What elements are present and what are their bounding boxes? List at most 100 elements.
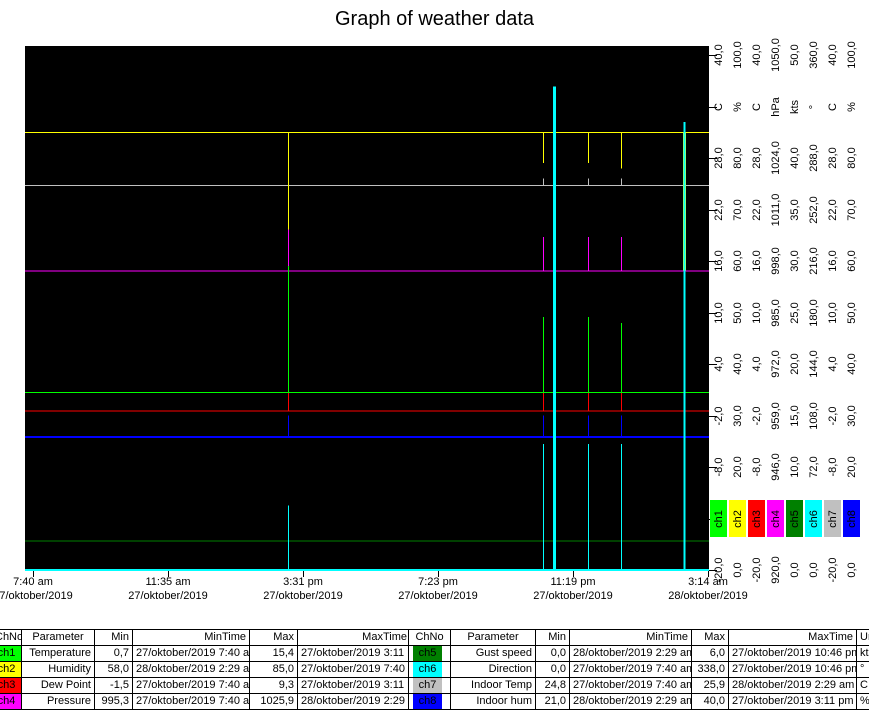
time-axis-label: 7:40 am 27/oktober/2019 [0, 575, 103, 603]
ch7-unit: C [856, 677, 869, 694]
ch1-max-time: 27/oktober/2019 3:11 pm [297, 645, 411, 662]
time-axis-label: 11:19 pm 27/oktober/2019 [503, 575, 643, 603]
stats-row-ch7: ch7 Indoor Temp 24,8 27/oktober/2019 7:40 a… [408, 677, 869, 694]
date-label: 27/oktober/2019 [128, 590, 208, 602]
ch2-min-time: 28/oktober/2019 2:29 am [132, 661, 250, 678]
axis-unit-label-ch6: ° [807, 104, 820, 109]
ch5-parameter: Gust speed [450, 645, 536, 662]
stats-row-ch3: ch3Dew Point-1,527/oktober/2019 7:40 am9… [0, 677, 441, 694]
stats-header-mintime: MinTime [132, 629, 250, 646]
stats-row-ch1: ch1Temperature0,727/oktober/2019 7:40 am… [0, 645, 441, 662]
right-axis-tick [709, 570, 717, 571]
stats-table-right: ChNoParameterMinMinTimeMaxMaxTimeUnitch5… [408, 629, 869, 710]
time-axis-label: 7:23 pm 27/oktober/2019 [368, 575, 508, 603]
plot-background [25, 46, 709, 571]
date-label: 27/oktober/2019 [398, 590, 478, 602]
axis-unit-label-ch3: C [750, 102, 763, 111]
time-axis-label: 3:31 pm 27/oktober/2019 [233, 575, 373, 603]
right-axis-tick [709, 416, 717, 417]
channel-chip-ch6: ch6 [408, 661, 451, 678]
stats-header-max: Max [691, 629, 729, 646]
stats-row-ch5: ch5 Gust speed 0,0 28/oktober/2019 2:29 am 6… [408, 645, 869, 662]
time-label: 7:40 am [13, 576, 53, 588]
ch4-min: 995,3 [94, 693, 133, 710]
ch4-max-time: 28/oktober/2019 2:29 am [297, 693, 411, 710]
stats-table-left: ChNoParameterMinMinTimeMaxMaxTimeUnitch1… [0, 629, 441, 710]
stats-header-mintime: MinTime [569, 629, 692, 646]
ch6-min-time: 27/oktober/2019 7:40 am [569, 661, 692, 678]
legend-label-ch7: ch7 [826, 509, 839, 528]
channel-chip-inner: ch7 [413, 678, 442, 693]
stats-header-parameter: Parameter [21, 629, 95, 646]
legend-label-ch3: ch3 [750, 509, 763, 528]
ch1-min: 0,7 [94, 645, 133, 662]
right-axis-tick [709, 107, 717, 108]
channel-chip-ch5: ch5 [408, 645, 451, 662]
ch1-parameter: Temperature [21, 645, 95, 662]
ch5-unit: kts [856, 645, 869, 662]
ch7-min: 24,8 [535, 677, 570, 694]
stats-row-ch4: ch4Pressure995,327/oktober/2019 7:40 am1… [0, 693, 441, 710]
axis-unit-label-ch2: % [731, 101, 744, 112]
ch1-min-time: 27/oktober/2019 7:40 am [132, 645, 250, 662]
time-label: 11:19 pm [550, 576, 596, 588]
stats-header-min: Min [535, 629, 570, 646]
weather-plot[interactable] [25, 46, 709, 571]
right-axis-tick [709, 467, 717, 468]
ch7-max-time: 28/oktober/2019 2:29 am [728, 677, 857, 694]
time-label: 3:14 am [688, 576, 728, 588]
ch8-max: 40,0 [691, 693, 729, 710]
ch7-min-time: 27/oktober/2019 7:40 am [569, 677, 692, 694]
channel-chip-ch1: ch1 [0, 645, 22, 662]
axis-unit-label-ch7: C [826, 102, 839, 111]
ch7-max: 25,9 [691, 677, 729, 694]
ch2-parameter: Humidity [21, 661, 95, 678]
stats-header-unit: Unit [856, 629, 869, 646]
right-axis-tick [709, 364, 717, 365]
axis-unit-label-ch5: kts [788, 99, 801, 114]
ch6-unit: ° [856, 661, 869, 678]
ch8-min: 21,0 [535, 693, 570, 710]
ch8-parameter: Indoor hum [450, 693, 536, 710]
axis-unit-label-ch8: % [845, 101, 858, 112]
right-axis-tick [709, 158, 717, 159]
stats-header-min: Min [94, 629, 133, 646]
right-axis-tick [709, 313, 717, 314]
date-label: 28/oktober/2019 [668, 590, 748, 602]
ch3-max: 9,3 [249, 677, 298, 694]
stats-header-chno: ChNo [0, 629, 22, 646]
time-axis-label: 3:14 am 28/oktober/2019 [638, 575, 778, 603]
stats-header-maxtime: MaxTime [728, 629, 857, 646]
stats-header-row: ChNoParameterMinMinTimeMaxMaxTimeUnit [408, 629, 869, 646]
ch2-max-time: 27/oktober/2019 7:40 am [297, 661, 411, 678]
plot-area[interactable] [25, 46, 709, 571]
ch8-min-time: 28/oktober/2019 2:29 am [569, 693, 692, 710]
ch2-min: 58,0 [94, 661, 133, 678]
legend-label-ch4: ch4 [769, 509, 782, 528]
ch6-max-time: 27/oktober/2019 10:46 pm [728, 661, 857, 678]
ch3-parameter: Dew Point [21, 677, 95, 694]
ch5-min-time: 28/oktober/2019 2:29 am [569, 645, 692, 662]
channel-chip-ch3: ch3 [0, 677, 22, 694]
time-label: 11:35 am [145, 576, 191, 588]
channel-chip-inner: ch5 [413, 646, 442, 661]
ch5-min: 0,0 [535, 645, 570, 662]
ch3-min-time: 27/oktober/2019 7:40 am [132, 677, 250, 694]
time-label: 3:31 pm [283, 576, 323, 588]
stats-header-max: Max [249, 629, 298, 646]
ch8-unit: % [856, 693, 869, 710]
channel-chip-ch2: ch2 [0, 661, 22, 678]
ch4-max: 1025,9 [249, 693, 298, 710]
date-label: 27/oktober/2019 [263, 590, 343, 602]
legend-label-ch8: ch8 [845, 509, 858, 528]
date-label: 27/oktober/2019 [0, 590, 73, 602]
ch2-max: 85,0 [249, 661, 298, 678]
stats-header-chno: ChNo [408, 629, 451, 646]
channel-chip-ch7: ch7 [408, 677, 451, 694]
time-axis-label: 11:35 am 27/oktober/2019 [98, 575, 238, 603]
right-axis-tick [709, 55, 717, 56]
stats-header-parameter: Parameter [450, 629, 536, 646]
time-label: 7:23 pm [418, 576, 458, 588]
legend-label-ch6: ch6 [807, 509, 820, 528]
ch6-max: 338,0 [691, 661, 729, 678]
